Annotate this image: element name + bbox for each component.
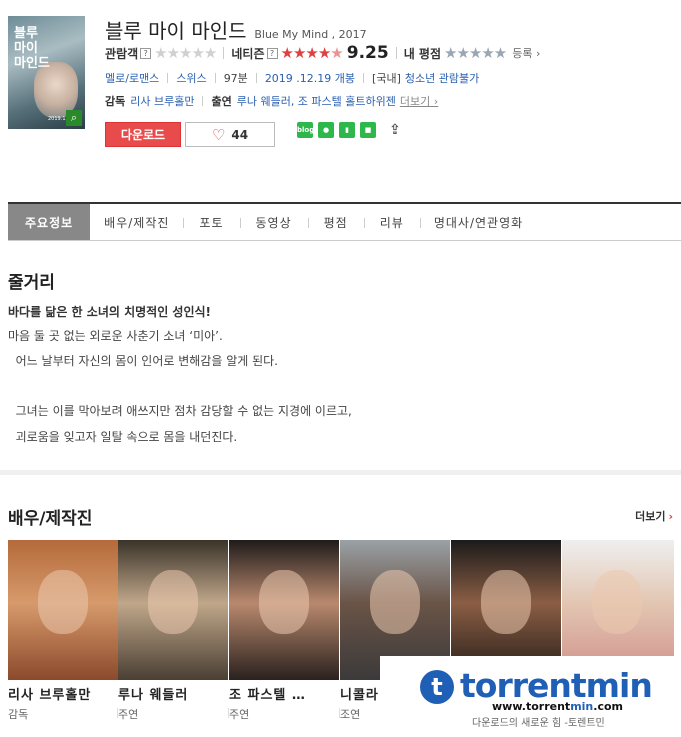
help-icon[interactable]: ? bbox=[266, 47, 278, 59]
my-rating-stars[interactable]: ★★★★★ bbox=[444, 44, 507, 62]
download-button[interactable]: 다운로드 bbox=[105, 122, 181, 147]
release-date-link[interactable]: 2019 .12.19 개봉 bbox=[265, 70, 355, 86]
tab-video[interactable]: 동영상 bbox=[239, 204, 308, 240]
cast-section-title: 배우/제작진 bbox=[8, 509, 93, 529]
portrait-image bbox=[592, 570, 642, 634]
cast-role: 주연 bbox=[229, 708, 250, 721]
more-cast-link[interactable]: 더보기 › bbox=[400, 93, 438, 109]
cast-role: 감독 bbox=[8, 708, 29, 721]
divider bbox=[167, 73, 169, 83]
cast-role: 조연 bbox=[340, 708, 361, 721]
synopsis-line: 괴로움을 잊고자 일탈 속으로 몸을 내던진다. bbox=[8, 430, 238, 444]
heart-icon: ♡ bbox=[211, 125, 226, 144]
runtime: 97분 bbox=[223, 72, 248, 85]
divider bbox=[363, 73, 365, 83]
rating-row: 관람객 ? ★★★★★ 네티즌 ? ★★★★★ 9.25 내 평점 ★★★★★ … bbox=[105, 43, 540, 63]
title-english: Blue My Mind , 2017 bbox=[254, 28, 367, 41]
like-count: 44 bbox=[231, 127, 249, 142]
cast-photo[interactable] bbox=[118, 540, 228, 680]
more-label: 더보기 bbox=[635, 510, 666, 523]
synopsis-line: 마음 둘 곳 없는 외로운 사춘기 소녀 ‘미아’. bbox=[8, 329, 223, 343]
synopsis-title: 줄거리 bbox=[8, 273, 55, 293]
genre-link[interactable]: 멜로/로맨스 bbox=[105, 70, 159, 86]
tab-cast-crew[interactable]: 배우/제작진 bbox=[90, 204, 183, 240]
tab-rating[interactable]: 평점 bbox=[307, 204, 364, 240]
my-rating-label: 내 평점 bbox=[403, 46, 442, 61]
talk-share-icon[interactable]: ● bbox=[318, 122, 334, 138]
movie-title: 블루 마이 마인드 Blue My Mind , 2017 bbox=[105, 15, 367, 44]
tab-bar: 주요정보 배우/제작진 포토 동영상 평점 리뷰 명대사/연관영화 bbox=[8, 202, 681, 241]
help-icon[interactable]: ? bbox=[140, 47, 152, 59]
synopsis-line: 어느 날부터 자신의 몸이 인어로 변해감을 알게 된다. bbox=[8, 354, 278, 368]
portrait-image bbox=[148, 570, 198, 634]
cafe-share-icon[interactable]: ■ bbox=[360, 122, 376, 138]
zoom-icon[interactable]: ⌕ bbox=[66, 110, 82, 126]
audience-label: 관람객 bbox=[105, 46, 139, 61]
brand-url: www.torrentmin.com bbox=[492, 700, 623, 713]
grade-prefix: [국내] bbox=[372, 72, 401, 85]
cast-name[interactable]: 니콜라 bbox=[340, 684, 379, 703]
divider bbox=[395, 47, 397, 59]
divider bbox=[255, 73, 257, 83]
register-rating-link[interactable]: 등록 › bbox=[512, 45, 540, 61]
divider bbox=[223, 47, 225, 59]
register-label: 등록 bbox=[512, 47, 533, 60]
netizen-stars-half: ★ bbox=[330, 44, 343, 62]
audience-stars: ★★★★★ bbox=[154, 44, 217, 62]
netizen-stars: ★★★★★ bbox=[280, 44, 344, 62]
cast-role: 주연 bbox=[118, 708, 139, 721]
divider bbox=[202, 96, 204, 106]
like-button[interactable]: ♡ 44 bbox=[185, 122, 275, 147]
cast-photo[interactable] bbox=[229, 540, 339, 680]
tab-main-info[interactable]: 주요정보 bbox=[8, 204, 91, 240]
brand-logo-icon: t bbox=[420, 670, 454, 704]
director-label: 감독 bbox=[105, 95, 126, 108]
country-link[interactable]: 스위스 bbox=[176, 70, 206, 86]
more-label: 더보기 bbox=[399, 95, 431, 108]
portrait-image bbox=[481, 570, 531, 634]
share-icons: blog ● ▮ ■ ⇪ bbox=[297, 122, 403, 138]
watermark: t torrentmin www.torrentmin.com 다운로드의 새로… bbox=[380, 656, 681, 737]
portrait-image bbox=[259, 570, 309, 634]
portrait-image bbox=[370, 570, 420, 634]
cast-link[interactable]: 루나 웨들러, 조 파스텔 홀트하위젠 bbox=[237, 93, 396, 109]
divider bbox=[214, 73, 216, 83]
synopsis-headline: 바다를 닮은 한 소녀의 치명적인 성인식! bbox=[8, 305, 212, 319]
people-row: 감독 리사 브루홀만 출연 루나 웨들러, 조 파스텔 홀트하위젠 더보기 › bbox=[105, 93, 438, 109]
cast-more-link[interactable]: 더보기 › bbox=[635, 508, 673, 524]
tab-photo[interactable]: 포토 bbox=[183, 204, 239, 240]
cast-label: 출연 bbox=[211, 95, 232, 108]
cast-name[interactable]: 조 파스텔 … bbox=[229, 684, 306, 703]
cast-name[interactable]: 리사 브루홀만 bbox=[8, 684, 91, 703]
cast-photo[interactable] bbox=[8, 540, 118, 680]
section-divider bbox=[0, 470, 681, 475]
tab-quotes-related[interactable]: 명대사/연관영화 bbox=[419, 204, 537, 240]
url-highlight: min bbox=[570, 700, 594, 713]
netizen-stars-filled: ★★★★ bbox=[280, 44, 332, 62]
director-link[interactable]: 리사 브루홀만 bbox=[130, 93, 194, 109]
band-share-icon[interactable]: ▮ bbox=[339, 122, 355, 138]
movie-poster[interactable]: 블루 마이 마인드 2019.12 ⌕ bbox=[8, 16, 85, 129]
synopsis-line: 그녀는 이를 막아보려 애쓰지만 점차 감당할 수 없는 지경에 이르고, bbox=[8, 404, 352, 418]
portrait-image bbox=[38, 570, 88, 634]
netizen-score: 9.25 bbox=[346, 43, 389, 63]
netizen-label: 네티즌 bbox=[231, 46, 265, 61]
chevron-right-icon: › bbox=[668, 510, 673, 523]
poster-title: 블루 마이 마인드 bbox=[14, 26, 50, 71]
movie-meta: 멜로/로맨스 스위스 97분 2019 .12.19 개봉 [국내] 청소년 관… bbox=[105, 70, 479, 86]
blog-share-icon[interactable]: blog bbox=[297, 122, 314, 138]
brand-slogan: 다운로드의 새로운 힘 -토렌트민 bbox=[472, 718, 605, 729]
share-icon[interactable]: ⇪ bbox=[387, 122, 403, 138]
url-prefix: www.torrent bbox=[492, 700, 571, 713]
url-suffix: .com bbox=[593, 700, 623, 713]
title-korean: 블루 마이 마인드 bbox=[105, 19, 247, 43]
grade-link[interactable]: 청소년 관람불가 bbox=[405, 70, 479, 86]
cast-name[interactable]: 루나 웨들러 bbox=[118, 684, 188, 703]
tab-review[interactable]: 리뷰 bbox=[363, 204, 420, 240]
